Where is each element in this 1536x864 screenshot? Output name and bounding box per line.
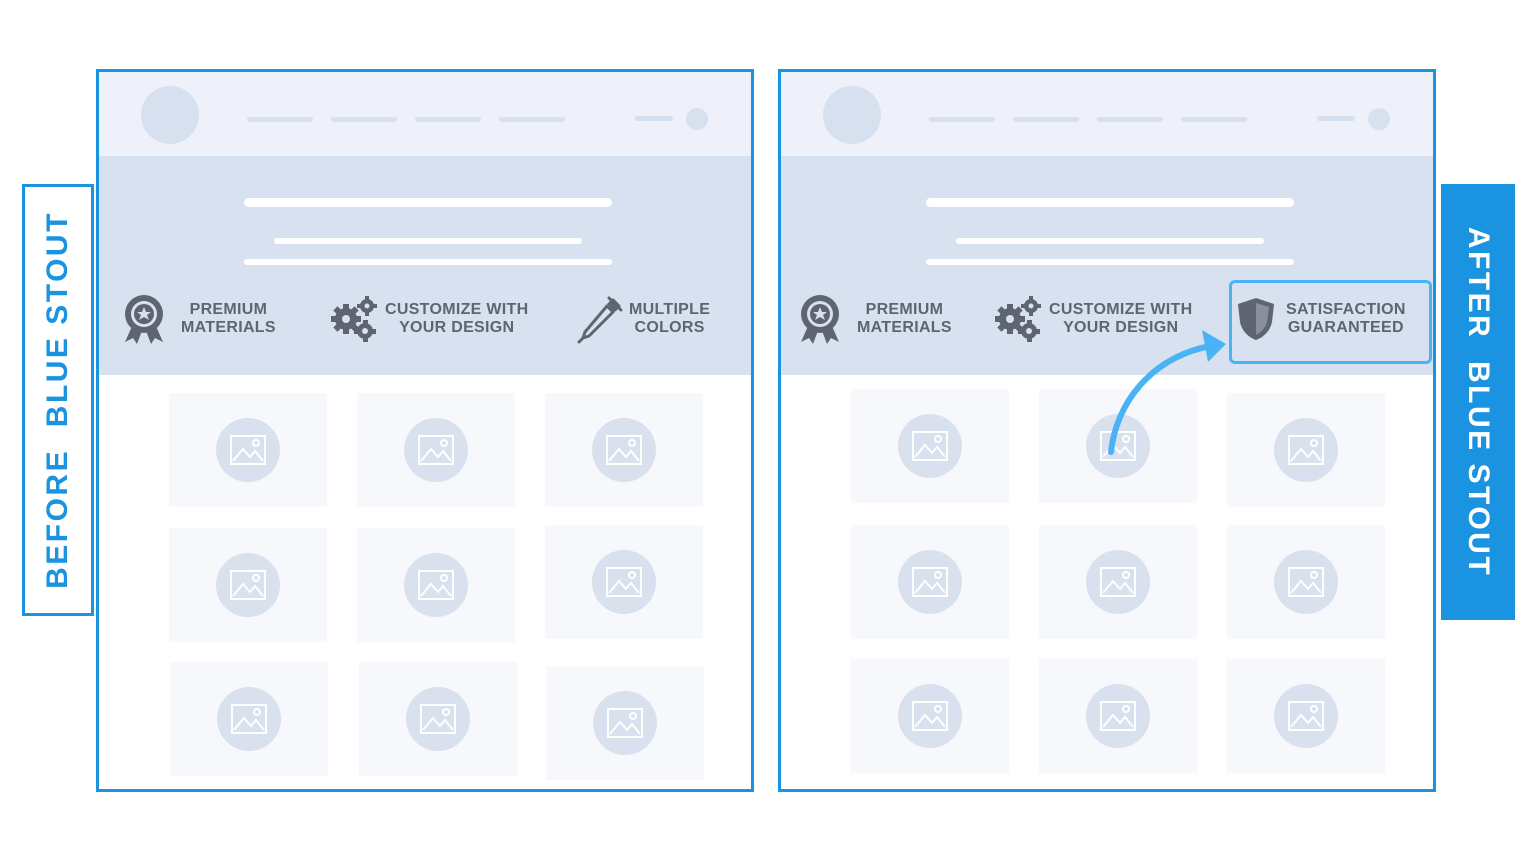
product-placeholder [357, 393, 515, 507]
mock-subline [926, 259, 1294, 265]
product-placeholder [169, 528, 327, 642]
image-placeholder-icon [593, 691, 657, 755]
mock-headline [926, 198, 1294, 207]
mock-nav-short [1317, 116, 1355, 121]
feature-line: CUSTOMIZE WITH [385, 301, 529, 318]
image-placeholder-icon [404, 418, 468, 482]
gears-icon [995, 296, 1041, 342]
after-page-mockup: PREMIUM MATERIALS CUSTOMIZE WITH YOUR DE… [778, 69, 1436, 792]
image-placeholder-icon [216, 418, 280, 482]
product-placeholder [1039, 389, 1197, 503]
image-placeholder-icon [404, 553, 468, 617]
image-placeholder-icon [406, 687, 470, 751]
mock-nav-line [1013, 117, 1079, 122]
before-page-mockup: PREMIUM MATERIALS CUSTOMIZE WITH YOUR DE… [96, 69, 754, 792]
product-placeholder [1227, 659, 1385, 773]
product-placeholder [169, 393, 327, 507]
after-label-tab: AFTER BLUE STOUT [1441, 184, 1515, 620]
product-placeholder [545, 393, 703, 507]
product-placeholder [170, 662, 328, 776]
feature-line: YOUR DESIGN [1063, 319, 1179, 336]
image-placeholder-icon [1274, 418, 1338, 482]
feature-multiple-colors: MULTIPLE COLORS [577, 292, 710, 346]
image-placeholder-icon [1086, 550, 1150, 614]
product-placeholder [546, 666, 704, 780]
mock-header [781, 72, 1433, 156]
product-placeholder [1227, 393, 1385, 507]
image-placeholder-icon [1086, 414, 1150, 478]
product-placeholder [851, 659, 1009, 773]
mock-cart-dot [686, 108, 708, 130]
feature-line: PREMIUM [189, 301, 268, 318]
feature-line: COLORS [634, 319, 705, 336]
mock-nav-line [415, 117, 481, 122]
product-placeholder [851, 525, 1009, 639]
eyedropper-icon [577, 296, 623, 344]
image-placeholder-icon [1274, 684, 1338, 748]
mock-headline [244, 198, 612, 207]
feature-line: MATERIALS [857, 319, 952, 336]
product-placeholder [851, 389, 1009, 503]
feature-line: MATERIALS [181, 319, 276, 336]
mock-hero: PREMIUM MATERIALS CUSTOMIZE WITH YOUR DE… [99, 156, 751, 375]
mock-logo [141, 86, 199, 144]
mock-cart-dot [1368, 108, 1390, 130]
feature-customize: CUSTOMIZE WITH YOUR DESIGN [331, 292, 528, 346]
image-placeholder-icon [898, 414, 962, 478]
feature-line: CUSTOMIZE WITH [1049, 301, 1193, 318]
product-placeholder [1227, 525, 1385, 639]
image-placeholder-icon [592, 550, 656, 614]
image-placeholder-icon [217, 687, 281, 751]
feature-premium-materials: PREMIUM MATERIALS [797, 292, 952, 346]
ribbon-award-icon [801, 295, 839, 344]
ribbon-award-icon [125, 295, 163, 344]
mock-nav-line [331, 117, 397, 122]
mock-nav-short [635, 116, 673, 121]
feature-line: YOUR DESIGN [399, 319, 515, 336]
image-placeholder-icon [216, 553, 280, 617]
mock-nav-line [929, 117, 995, 122]
mock-logo [823, 86, 881, 144]
feature-line: MULTIPLE [629, 301, 711, 318]
image-placeholder-icon [1086, 684, 1150, 748]
image-placeholder-icon [898, 684, 962, 748]
mock-nav-line [1181, 117, 1247, 122]
product-placeholder [1039, 659, 1197, 773]
product-placeholder [1039, 525, 1197, 639]
product-placeholder [357, 528, 515, 642]
gears-icon [331, 296, 377, 342]
product-placeholder [359, 662, 517, 776]
image-placeholder-icon [898, 550, 962, 614]
after-label: AFTER BLUE STOUT [1462, 226, 1495, 578]
mock-nav-line [1097, 117, 1163, 122]
mock-subline [274, 238, 582, 244]
mock-subline [956, 238, 1264, 244]
new-feature-highlight [1229, 280, 1432, 364]
mock-nav-line [247, 117, 313, 122]
before-label-tab: BEFORE BLUE STOUT [22, 184, 94, 616]
mock-header [99, 72, 751, 156]
mock-subline [244, 259, 612, 265]
image-placeholder-icon [1274, 550, 1338, 614]
image-placeholder-icon [592, 418, 656, 482]
feature-customize: CUSTOMIZE WITH YOUR DESIGN [995, 292, 1192, 346]
mock-nav-line [499, 117, 565, 122]
feature-premium-materials: PREMIUM MATERIALS [121, 292, 276, 346]
product-placeholder [545, 525, 703, 639]
feature-line: PREMIUM [865, 301, 944, 318]
before-label: BEFORE BLUE STOUT [41, 211, 74, 589]
